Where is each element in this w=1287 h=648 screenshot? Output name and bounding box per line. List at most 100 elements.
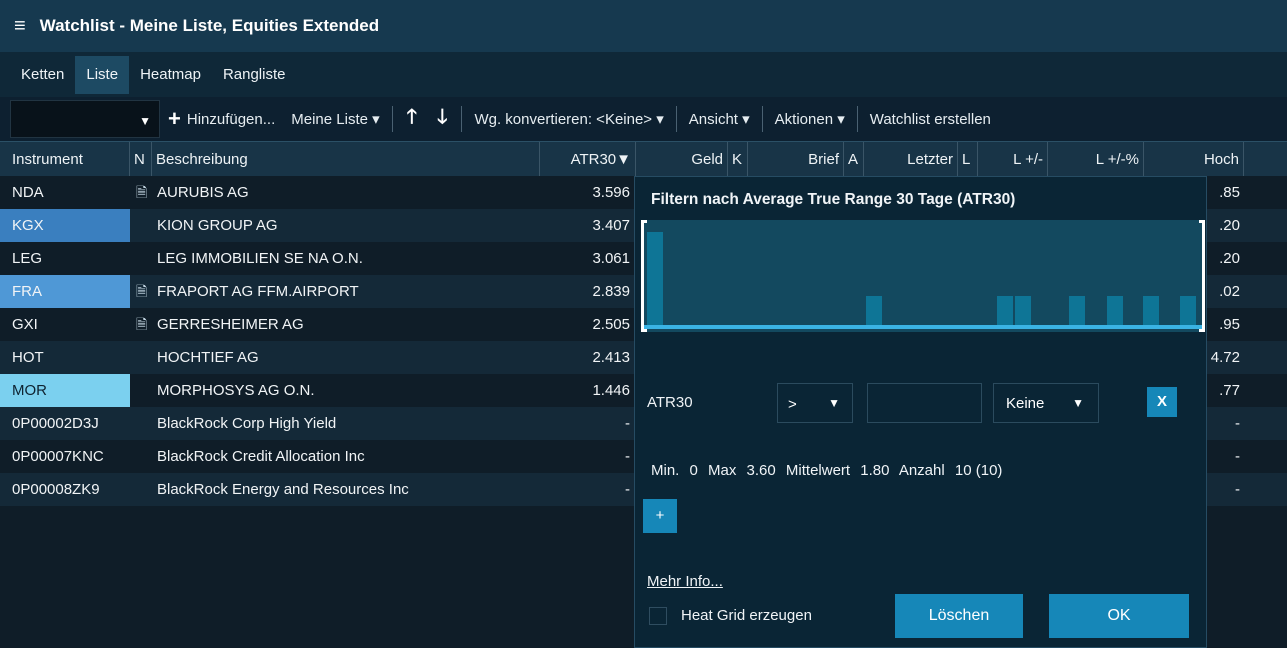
stat-max-value: 3.60 xyxy=(746,462,776,479)
atr30-cell: 3.407 xyxy=(592,217,630,234)
filter-popup-title: Filtern nach Average True Range 30 Tage … xyxy=(651,191,1016,208)
hamburger-menu-icon[interactable]: ≡ xyxy=(14,15,26,38)
description-cell: MORPHOSYS AG O.N. xyxy=(157,382,315,399)
note-icon[interactable] xyxy=(136,374,152,407)
note-icon[interactable] xyxy=(136,440,152,473)
atr30-cell: - xyxy=(625,481,630,498)
col-n[interactable]: N xyxy=(130,142,152,177)
add-button[interactable]: + Hinzufügen... xyxy=(160,106,283,132)
toolbar: ▼ + Hinzufügen... Meine Liste ▾ 🡑 🡓 Wg. … xyxy=(0,97,1287,141)
column-header-row: Instrument N Beschreibung ATR30▼ Geld K … xyxy=(0,141,1287,177)
note-icon[interactable]: 🗎 xyxy=(136,308,152,341)
instrument-cell: 0P00008ZK9 xyxy=(12,481,100,498)
note-icon[interactable]: 🗎 xyxy=(136,275,152,308)
atr30-cell: 2.505 xyxy=(592,316,630,333)
col-l-abs[interactable]: L +/- xyxy=(978,142,1048,177)
histogram-bar xyxy=(1143,296,1159,325)
symbol-select[interactable]: ▼ xyxy=(10,100,160,138)
filter-value-input[interactable] xyxy=(867,383,982,423)
operator-select[interactable]: > ▼ xyxy=(777,383,853,423)
create-watchlist-button[interactable]: Watchlist erstellen xyxy=(862,111,999,128)
clear-filter-button[interactable]: X xyxy=(1147,387,1177,417)
chevron-down-icon: ▼ xyxy=(828,396,840,410)
move-down-icon[interactable]: 🡓 xyxy=(427,102,457,136)
histogram-baseline xyxy=(643,325,1203,329)
instrument-cell: FRA xyxy=(0,275,130,308)
stat-count-label: Anzahl xyxy=(898,462,945,479)
histogram-bar xyxy=(1069,296,1085,325)
tab-ketten[interactable]: Ketten xyxy=(10,56,75,94)
delete-button[interactable]: Löschen xyxy=(895,594,1023,638)
range-handle-left[interactable] xyxy=(641,220,647,332)
description-cell: BlackRock Credit Allocation Inc xyxy=(157,448,365,465)
instrument-cell: 0P00002D3J xyxy=(12,415,99,432)
stat-mean-label: Mittelwert xyxy=(785,462,851,479)
range-handle-right[interactable] xyxy=(1199,220,1205,332)
toolbar-divider xyxy=(856,106,858,132)
description-cell: GERRESHEIMER AG xyxy=(157,316,304,333)
col-letzter[interactable]: Letzter xyxy=(864,142,958,177)
col-l[interactable]: L xyxy=(958,142,978,177)
tab-heatmap[interactable]: Heatmap xyxy=(129,56,212,94)
actions-dropdown[interactable]: Aktionen ▾ xyxy=(767,110,853,128)
description-cell: KION GROUP AG xyxy=(157,217,278,234)
stat-max-label: Max xyxy=(708,462,737,479)
histogram-bar xyxy=(1180,296,1196,325)
histogram-bar xyxy=(647,232,663,325)
toolbar-divider xyxy=(761,106,763,132)
histogram-bar xyxy=(997,296,1013,325)
description-cell: AURUBIS AG xyxy=(157,184,249,201)
note-icon[interactable] xyxy=(136,473,152,506)
col-atr30[interactable]: ATR30▼ xyxy=(540,142,636,177)
col-description[interactable]: Beschreibung xyxy=(152,142,540,177)
ok-button[interactable]: OK xyxy=(1049,594,1189,638)
tab-bar: Ketten Liste Heatmap Rangliste xyxy=(0,52,1287,97)
col-brief[interactable]: Brief xyxy=(748,142,844,177)
atr30-cell: - xyxy=(625,448,630,465)
filter-stats: Min. 0 Max 3.60 Mittelwert 1.80 Anzahl 1… xyxy=(651,462,1008,479)
operator-value: > xyxy=(788,396,797,413)
unit-value: Keine xyxy=(1006,395,1045,412)
note-icon[interactable] xyxy=(136,407,152,440)
chevron-down-icon: ▼ xyxy=(1072,396,1084,410)
instrument-cell: 0P00007KNC xyxy=(12,448,104,465)
move-up-icon[interactable]: 🡑 xyxy=(397,102,427,136)
stat-count-value: 10 (10) xyxy=(954,462,1003,479)
unit-select[interactable]: Keine ▼ xyxy=(993,383,1099,423)
histogram-bar xyxy=(1015,296,1031,325)
toolbar-divider xyxy=(675,106,677,132)
tab-liste[interactable]: Liste xyxy=(75,55,130,94)
add-button-label: Hinzufügen... xyxy=(186,110,276,128)
atr30-cell: 2.413 xyxy=(592,349,630,366)
atr30-cell: - xyxy=(625,415,630,432)
list-dropdown[interactable]: Meine Liste ▾ xyxy=(283,110,387,128)
instrument-cell: NDA xyxy=(12,184,44,201)
currency-convert-dropdown[interactable]: Wg. konvertieren: <Keine> ▾ xyxy=(466,110,671,128)
atr30-cell: 1.446 xyxy=(592,382,630,399)
heatgrid-checkbox[interactable] xyxy=(649,607,667,625)
description-cell: BlackRock Corp High Yield xyxy=(157,415,337,432)
col-k[interactable]: K xyxy=(728,142,748,177)
chevron-down-icon: ▼ xyxy=(139,114,151,128)
more-info-link[interactable]: Mehr Info... xyxy=(647,573,723,590)
description-cell: FRAPORT AG FFM.AIRPORT xyxy=(157,283,359,300)
tab-rangliste[interactable]: Rangliste xyxy=(212,56,297,94)
col-a[interactable]: A xyxy=(844,142,864,177)
instrument-cell: GXI xyxy=(12,316,38,333)
instrument-cell: HOT xyxy=(12,349,44,366)
note-icon[interactable] xyxy=(136,341,152,374)
view-dropdown[interactable]: Ansicht ▾ xyxy=(681,110,758,128)
note-icon[interactable]: 🗎 xyxy=(136,176,152,209)
description-cell: LEG IMMOBILIEN SE NA O.N. xyxy=(157,250,363,267)
col-instrument[interactable]: Instrument xyxy=(0,142,130,177)
toolbar-divider xyxy=(391,106,393,132)
atr30-cell: 3.061 xyxy=(592,250,630,267)
col-hoch[interactable]: Hoch xyxy=(1144,142,1244,177)
col-l-pct[interactable]: L +/-% xyxy=(1048,142,1144,177)
note-icon[interactable] xyxy=(136,242,152,275)
add-filter-button[interactable]: + xyxy=(643,499,677,533)
description-cell: BlackRock Energy and Resources Inc xyxy=(157,481,409,498)
note-icon[interactable] xyxy=(136,209,152,242)
filter-field-label: ATR30 xyxy=(647,394,693,411)
col-geld[interactable]: Geld xyxy=(636,142,728,177)
